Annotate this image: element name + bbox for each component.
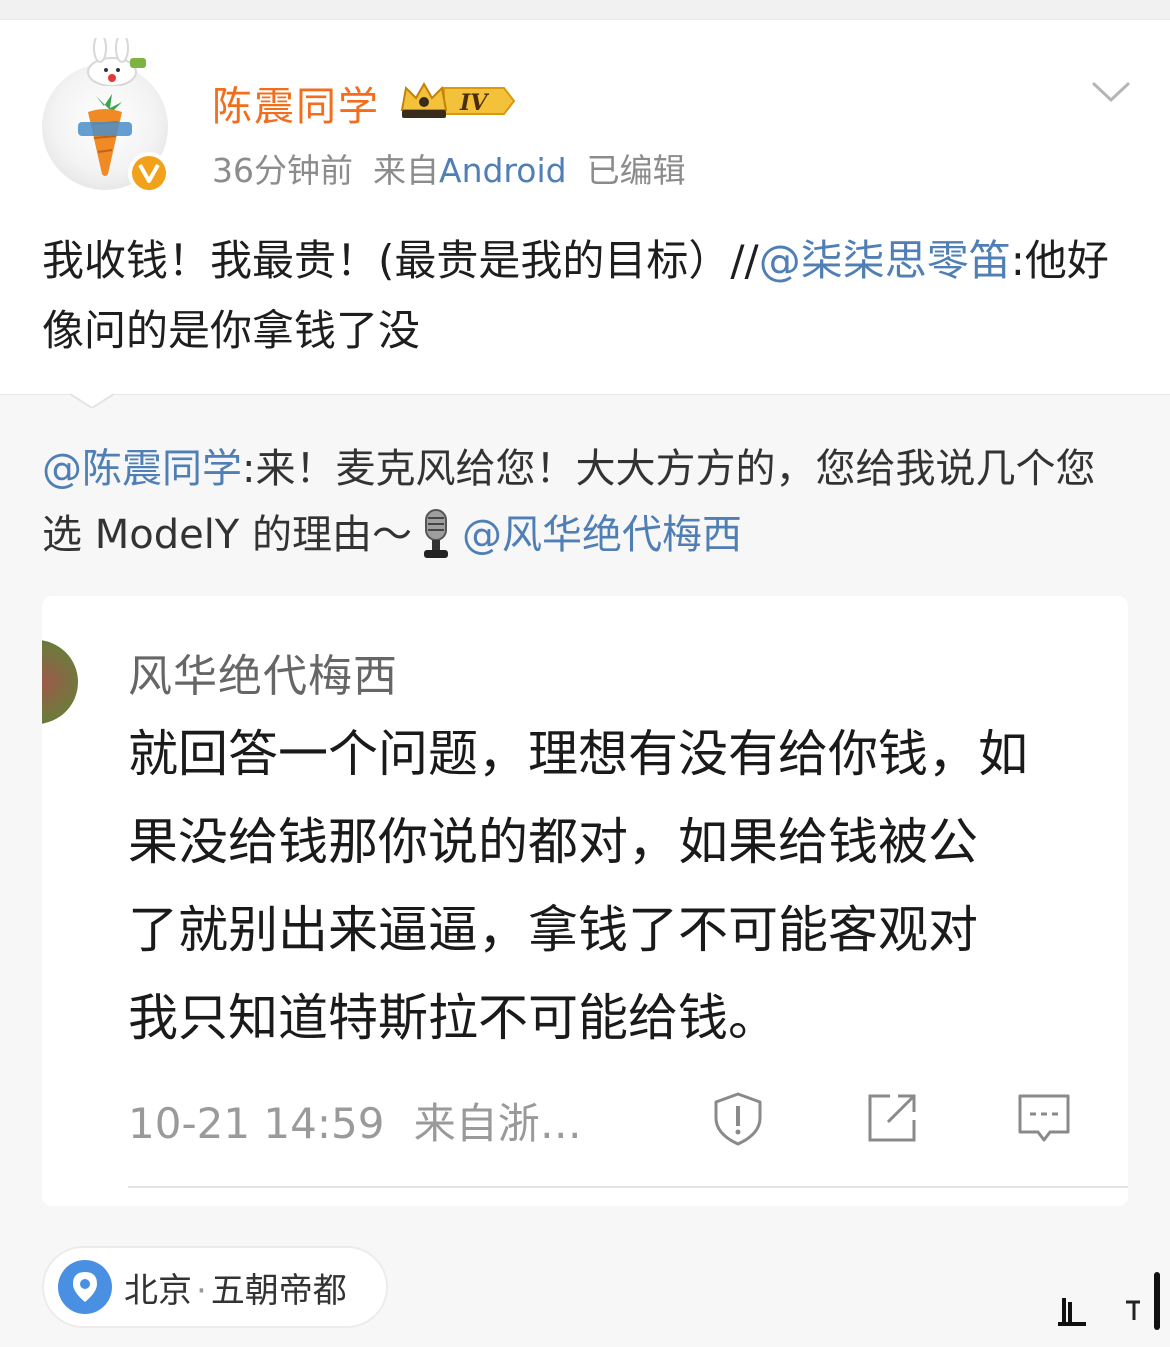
vip-level-label: IV bbox=[459, 90, 489, 116]
chevron-down-icon[interactable] bbox=[1090, 78, 1132, 108]
comment-line: 果没给钱那你说的都对，如果给钱被公 bbox=[128, 813, 978, 871]
quoted-time: 10-21 14:59 bbox=[128, 1099, 385, 1148]
location-pin-icon bbox=[58, 1260, 112, 1314]
location-city: 北京 bbox=[124, 1270, 192, 1311]
repost-text: @陈震同学:来！麦克风给您！大大方方的，您给我说几个您选 ModelY 的理由～… bbox=[42, 436, 1132, 568]
post-text-main: 我收钱！我最贵！(最贵是我的目标）// bbox=[42, 236, 759, 285]
verified-v-icon bbox=[128, 152, 170, 194]
source-prefix: 来自 bbox=[373, 151, 439, 190]
comment-line: 我只知道特斯拉不可能给钱。 bbox=[128, 989, 778, 1047]
username[interactable]: 陈震同学 bbox=[212, 74, 380, 132]
repost-author-mention[interactable]: @陈震同学 bbox=[42, 446, 242, 492]
share-icon[interactable] bbox=[862, 1088, 922, 1148]
location-chip[interactable]: 北京 · 五朝帝都 bbox=[42, 1246, 388, 1328]
quoted-comment-card[interactable]: 风华绝代梅西 就回答一个问题，理想有没有给你钱，如 果没给钱那你说的都对，如果给… bbox=[42, 596, 1128, 1206]
comment-line: 就回答一个问题，理想有没有给你钱，如 bbox=[128, 725, 1028, 783]
quoted-author-avatar[interactable] bbox=[42, 640, 78, 724]
quoted-comment-body: 就回答一个问题，理想有没有给你钱，如 果没给钱那你说的都对，如果给钱被公 了就别… bbox=[128, 710, 1128, 1062]
bunny-icon bbox=[87, 38, 146, 86]
carrot-icon bbox=[78, 94, 132, 176]
scroll-indicator bbox=[1058, 1272, 1160, 1330]
post-meta: 36分钟前 来自Android 已编辑 bbox=[212, 144, 706, 192]
card-divider bbox=[128, 1186, 1128, 1188]
post-source[interactable]: Android bbox=[439, 151, 567, 190]
quoted-source: 来自浙… bbox=[413, 1099, 582, 1148]
repost-target-mention[interactable]: @风华绝代梅西 bbox=[462, 512, 742, 558]
comment-line: 了就别出来逼逼，拿钱了不可能客观对 bbox=[128, 901, 978, 959]
post-text: 我收钱！我最贵！(最贵是我的目标）//@柒柒思零笛:他好像问的是你拿钱了没 bbox=[42, 226, 1132, 366]
location-label: 北京 · 五朝帝都 bbox=[124, 1263, 347, 1312]
report-icon[interactable] bbox=[708, 1088, 768, 1148]
location-tagline: 五朝帝都 bbox=[210, 1270, 347, 1311]
post-time: 36分钟前 bbox=[212, 151, 353, 190]
location-separator: · bbox=[196, 1270, 207, 1311]
microphone-icon bbox=[423, 509, 448, 558]
edited-label[interactable]: 已编辑 bbox=[587, 151, 686, 190]
quoted-footer: 10-21 14:59 来自浙… bbox=[128, 1090, 582, 1151]
repost-caret bbox=[70, 384, 114, 408]
mention-link[interactable]: @柒柒思零笛 bbox=[759, 236, 1011, 285]
comment-icon[interactable] bbox=[1014, 1088, 1074, 1148]
top-strip bbox=[0, 0, 1170, 20]
crown-vip-icon[interactable]: IV bbox=[400, 80, 516, 122]
quoted-author-name[interactable]: 风华绝代梅西 bbox=[128, 640, 398, 704]
